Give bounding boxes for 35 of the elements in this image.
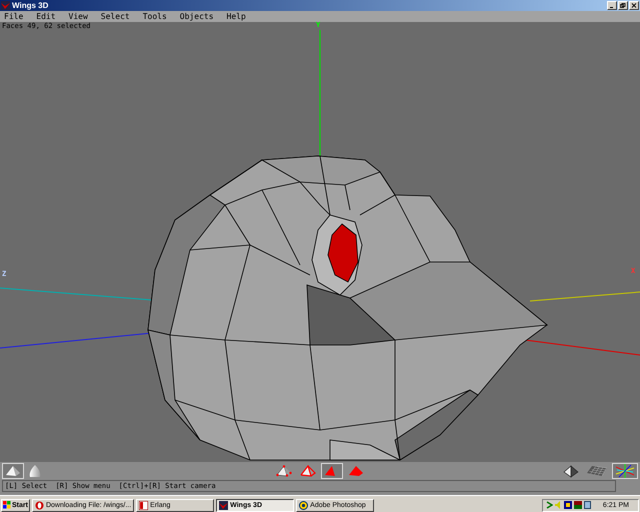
menu-item[interactable]: Edit bbox=[36, 12, 56, 20]
close-icon bbox=[631, 3, 637, 8]
speaker-icon bbox=[554, 501, 562, 509]
flat-shading-icon bbox=[5, 465, 21, 477]
restore-icon bbox=[620, 3, 626, 8]
axes-icon bbox=[615, 464, 635, 478]
monitor-icon bbox=[564, 501, 572, 509]
menu-item[interactable]: Select bbox=[100, 12, 130, 20]
wings-icon bbox=[219, 500, 228, 510]
chart-icon bbox=[574, 501, 582, 509]
restore-button[interactable] bbox=[618, 1, 628, 10]
menu-item[interactable]: View bbox=[68, 12, 88, 20]
eye-icon bbox=[299, 500, 308, 510]
window-icon bbox=[139, 500, 148, 510]
flat-button[interactable] bbox=[2, 463, 24, 479]
menu-item[interactable]: Help bbox=[226, 12, 246, 20]
grid-plane-icon bbox=[587, 465, 607, 477]
network-icon bbox=[546, 501, 553, 509]
menu-item[interactable]: Tools bbox=[142, 12, 167, 20]
vertex-mode-icon bbox=[276, 465, 292, 477]
app-icon bbox=[1, 1, 10, 10]
body-mode-icon bbox=[348, 465, 364, 477]
smooth-shading-icon bbox=[29, 464, 41, 478]
printer-icon bbox=[584, 501, 591, 509]
cube-view-icon bbox=[563, 464, 579, 478]
minimize-button[interactable] bbox=[607, 1, 617, 10]
menu-item[interactable]: Objects bbox=[180, 12, 214, 20]
globe-icon bbox=[34, 500, 44, 510]
face-button[interactable] bbox=[321, 463, 343, 479]
windows-logo-icon bbox=[3, 501, 11, 509]
menu-item[interactable]: File bbox=[4, 12, 24, 20]
axes-button[interactable] bbox=[612, 463, 638, 479]
window-title: Wings 3D bbox=[12, 2, 48, 10]
close-button[interactable] bbox=[629, 1, 639, 10]
edge-mode-icon bbox=[300, 465, 316, 477]
